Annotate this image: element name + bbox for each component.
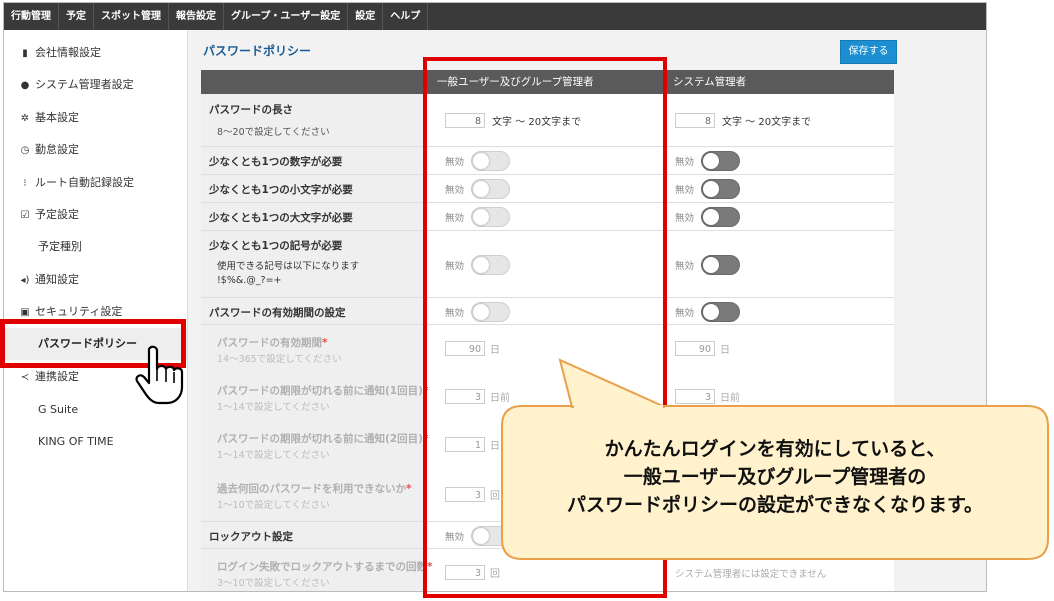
row-title: パスワードの期限が切れる前に通知(2回目)* [217,433,429,445]
toggle-label: 無効 [675,308,695,319]
unit-label: 文字 〜 20文字まで [722,117,812,128]
sidebar-item-label: セキュリティ設定 [35,305,123,318]
row-hint: 3〜10で設定してください [217,578,330,589]
row-hint: 1〜14で設定してください [217,450,330,461]
length-input-admin[interactable]: 8 [675,113,715,128]
sidebar-item-notification[interactable]: ◂) 通知設定 [4,264,187,296]
sidebar-item-label: 予定種別 [38,240,82,253]
sidebar: ▮ 会社情報設定 ● システム管理者設定 ✲ 基本設定 ◷ 勤怠設定 ⁝ ルート自動記録設… [4,30,188,591]
page-title: パスワードポリシー [203,44,312,58]
sidebar-item-schedule-settings[interactable]: ☑ 予定設定 [4,199,187,231]
toggle-label: 無効 [675,213,695,224]
expiry-days-input-admin[interactable]: 90 [675,341,715,356]
sidebar-item-label: KING OF TIME [38,435,114,448]
unit-label: 日前 [720,393,740,404]
row-title: パスワードの有効期間の設定 [209,307,346,319]
notify1-input-admin[interactable]: 3 [675,389,715,404]
sidebar-item-label: 通知設定 [35,273,79,286]
gear-icon: ✲ [20,113,30,124]
save-button[interactable]: 保存する [840,40,897,64]
callout-line-2: 一般ユーザー及びグループ管理者の [623,466,927,488]
sidebar-item-label: 基本設定 [35,111,79,124]
sidebar-item-attendance[interactable]: ◷ 勤怠設定 [4,134,187,166]
row-title: パスワードの期限が切れる前に通知(1回目)* [217,385,429,397]
nav-spot-management[interactable]: スポット管理 [94,3,169,30]
sidebar-item-company-info[interactable]: ▮ 会社情報設定 [4,37,187,69]
row-hint: 8〜20で設定してください [217,127,330,138]
row-hint: 1〜10で設定してください [217,500,330,511]
row-hint: 1〜14で設定してください [217,402,330,413]
nav-help[interactable]: ヘルプ [383,3,429,30]
row-title: パスワードの長さ [209,104,293,116]
symbol-toggle-admin[interactable] [701,255,740,275]
top-nav: 行動管理 予定 スポット管理 報告設定 グループ・ユーザー設定 設定 ヘルプ [4,3,986,30]
row-title: 少なくとも1つの小文字が必要 [209,184,353,196]
toggle-label: 無効 [675,261,695,272]
row-title: ロックアウト設定 [209,531,293,543]
row-title: パスワードの有効期間* [217,337,328,349]
sidebar-item-king-of-time[interactable]: KING OF TIME [4,426,187,458]
row-hint: 14〜365で設定してください [217,354,342,365]
row-title: 過去何回のパスワードを利用できないか* [217,483,412,495]
building-icon: ▮ [22,48,28,59]
sidebar-item-label: 予定設定 [35,208,79,221]
uppercase-toggle-admin[interactable] [701,207,740,227]
nav-group-user-settings[interactable]: グループ・ユーザー設定 [224,3,349,30]
column-header-system-admin: システム管理者 [673,76,747,88]
row-hint: 使用できる記号は以下になります [217,261,360,272]
callout-line-3: パスワードポリシーの設定ができなくなります。 [566,494,984,516]
speaker-icon: ◂) [20,275,30,286]
sidebar-item-label: 連携設定 [35,370,79,383]
sidebar-item-label: 会社情報設定 [35,46,101,59]
sidebar-item-label: ルート自動記録設定 [35,176,134,189]
allowed-symbols: !$%&.@_?=+ [217,275,282,286]
calendar-icon: ☑ [20,210,30,221]
toggle-label: 無効 [675,185,695,196]
expiry-toggle-admin[interactable] [701,302,740,322]
row-title: 少なくとも1つの大文字が必要 [209,212,353,224]
toggle-label: 無効 [675,157,695,168]
row-title: ログイン失敗でロックアウトするまでの回数* [217,561,433,573]
nav-settings[interactable]: 設定 [348,3,384,30]
digit-toggle-admin[interactable] [701,151,740,171]
nav-schedule[interactable]: 予定 [59,3,94,30]
sidebar-item-system-admin[interactable]: ● システム管理者設定 [4,69,187,101]
sidebar-item-label: 勤怠設定 [35,143,79,156]
sidebar-item-route-recording[interactable]: ⁝ ルート自動記録設定 [4,167,187,199]
pointing-hand-icon [135,345,184,405]
footprints-icon: ⁝ [23,178,27,189]
sidebar-item-basic-settings[interactable]: ✲ 基本設定 [4,102,187,134]
user-icon: ● [20,80,30,91]
callout-line-1: かんたんログインを有効にしていると、 [604,438,946,460]
sidebar-item-schedule-types[interactable]: 予定種別 [4,231,187,263]
callout-message: かんたんログインを有効にしていると、 一般ユーザー及びグループ管理者の パスワー… [500,435,1050,519]
nav-report-settings[interactable]: 報告設定 [169,3,224,30]
row-title: 少なくとも1つの記号が必要 [209,240,343,252]
sidebar-item-label: G Suite [38,403,79,416]
nav-action-management[interactable]: 行動管理 [4,3,59,30]
unit-label: 日 [720,345,730,356]
row-title: 少なくとも1つの数字が必要 [209,156,343,168]
clock-icon: ◷ [20,145,30,156]
callout-bubble: かんたんログインを有効にしていると、 一般ユーザー及びグループ管理者の パスワー… [500,405,1050,561]
lowercase-toggle-admin[interactable] [701,179,740,199]
sidebar-item-label: システム管理者設定 [35,78,134,91]
admin-not-configurable-note: システム管理者には設定できません [675,569,827,580]
